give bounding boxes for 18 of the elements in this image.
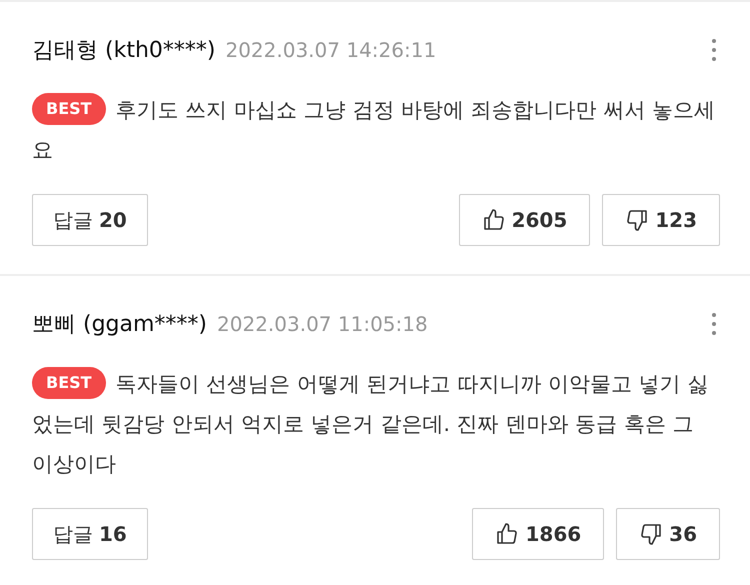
dislike-button[interactable]: 123 (602, 194, 720, 246)
like-button[interactable]: 1866 (472, 508, 604, 560)
thumbs-up-icon (495, 522, 520, 546)
reply-button[interactable]: 답글 20 (32, 194, 148, 246)
thumbs-down-icon (625, 208, 650, 232)
thumbs-down-icon (639, 522, 664, 546)
thumbs-up-icon (482, 208, 506, 232)
best-badge: BEST (32, 93, 106, 125)
author-name: 김태형 (kth0****) (32, 37, 216, 65)
comment-time: 2022.03.07 14:26:11 (225, 38, 436, 62)
best-badge: BEST (32, 367, 106, 399)
dislike-button[interactable]: 36 (616, 508, 720, 560)
author-name: 뽀삐 (ggam****) (32, 311, 208, 339)
reply-button[interactable]: 답글 16 (32, 508, 148, 560)
comment-time: 2022.03.07 11:05:18 (217, 312, 428, 336)
like-button[interactable]: 2605 (458, 194, 590, 246)
comment-text: BEST 후기도 쓰지 마십쇼 그냥 검정 바탕에 죄송합니다만 써서 놓으세요 (32, 90, 720, 170)
comment-text: BEST 독자들이 선생님은 어떻게 된거냐고 따지니까 이악물고 넣기 싫었는데 뒷감당 안되서 억지로 넣은거 같은데. 진짜 덴마와 동급 혹은 그 이상이다 (32, 364, 720, 484)
